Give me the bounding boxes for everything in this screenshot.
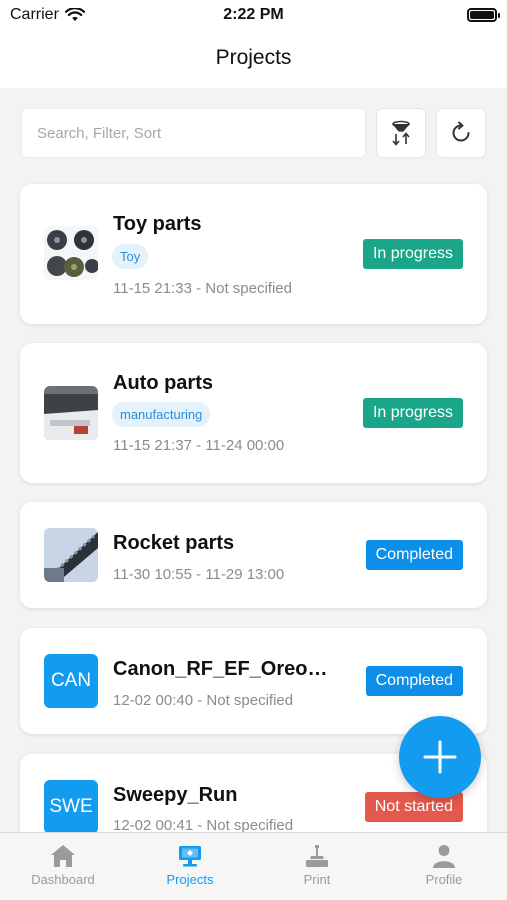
tab-projects[interactable]: Projects xyxy=(127,833,253,900)
tab-profile[interactable]: Profile xyxy=(381,833,507,900)
profile-icon xyxy=(433,845,455,868)
plus-icon xyxy=(423,740,457,774)
home-icon xyxy=(51,845,75,867)
project-dates: 11-15 21:33 - Not specified xyxy=(113,280,292,297)
project-thumbnail xyxy=(44,386,98,440)
add-project-button[interactable] xyxy=(399,716,481,798)
project-initials-avatar: CAN xyxy=(44,654,98,708)
page-title: Projects xyxy=(215,46,292,69)
status-badge: In progress xyxy=(362,398,463,428)
tab-label: Print xyxy=(303,872,331,887)
search-placeholder: Search, Filter, Sort xyxy=(37,124,162,142)
tab-bar: Dashboard Projects Print Profile xyxy=(0,832,507,900)
project-dates: 11-15 21:37 - 11-24 00:00 xyxy=(113,437,285,454)
filter-sort-icon xyxy=(392,120,410,146)
projects-icon xyxy=(179,846,201,867)
clock: 2:22 PM xyxy=(223,6,284,23)
project-tag: manufacturing xyxy=(112,402,211,427)
project-card-toy-parts[interactable]: Toy parts Toy 11-15 21:33 - Not specifie… xyxy=(20,184,487,324)
project-tag: Toy xyxy=(112,244,149,269)
project-title: Sweepy_Run xyxy=(113,784,238,806)
search-input[interactable]: Search, Filter, Sort xyxy=(21,108,366,158)
project-title: Canon_RF_EF_Oreo… xyxy=(113,658,328,680)
project-card-auto-parts[interactable]: Auto parts manufacturing 11-15 21:37 - 1… xyxy=(20,343,487,483)
tab-print[interactable]: Print xyxy=(254,833,380,900)
status-badge: Completed xyxy=(365,666,463,696)
project-card-rocket-parts[interactable]: Rocket parts 11-30 10:55 - 11-29 13:00 C… xyxy=(20,502,487,608)
project-dates: 11-30 10:55 - 11-29 13:00 xyxy=(113,566,285,583)
project-thumbnail xyxy=(44,528,98,582)
print-icon xyxy=(306,845,328,867)
nav-bar: Projects xyxy=(0,30,507,88)
tab-dashboard[interactable]: Dashboard xyxy=(0,833,126,900)
search-row: Search, Filter, Sort xyxy=(21,108,487,158)
refresh-button[interactable] xyxy=(436,108,486,158)
project-thumbnail xyxy=(44,226,98,280)
project-card-canon[interactable]: CAN Canon_RF_EF_Oreo… 12-02 00:40 - Not … xyxy=(20,628,487,734)
filter-sort-button[interactable] xyxy=(376,108,426,158)
project-initials-avatar: SWE xyxy=(44,780,98,834)
project-dates: 12-02 00:40 - Not specified xyxy=(113,692,294,709)
battery-icon xyxy=(467,8,500,22)
status-badge: Completed xyxy=(365,540,463,570)
project-title: Rocket parts xyxy=(113,532,235,554)
tab-label: Projects xyxy=(166,872,214,887)
status-bar: Carrier 2:22 PM xyxy=(0,0,507,30)
refresh-icon xyxy=(452,121,470,142)
project-title: Auto parts xyxy=(113,372,213,394)
project-title: Toy parts xyxy=(113,213,202,235)
status-badge: In progress xyxy=(362,239,463,269)
tab-label: Profile xyxy=(425,872,463,887)
tab-label: Dashboard xyxy=(31,872,95,887)
